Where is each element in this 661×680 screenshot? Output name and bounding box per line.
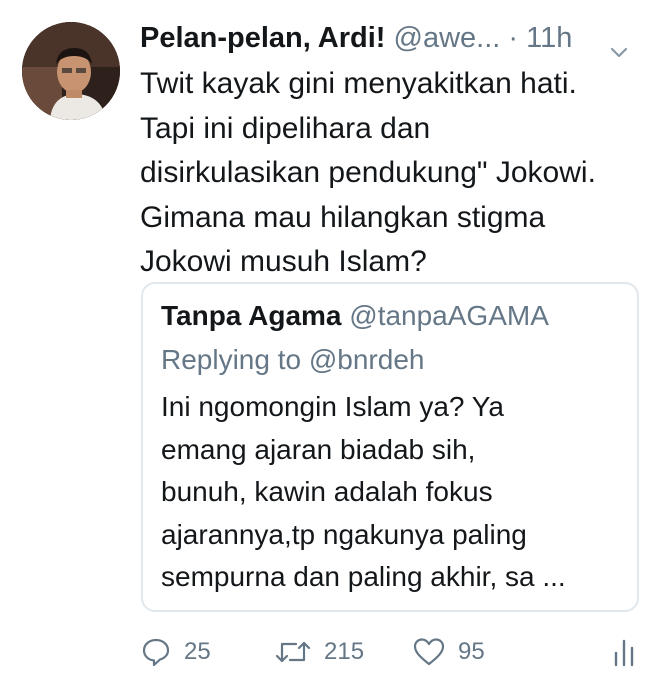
retweet-button[interactable]: 215 [274, 632, 364, 672]
reply-button[interactable]: 25 [140, 632, 211, 672]
separator-dot: · [508, 22, 519, 54]
tweet-header: Pelan-pelan, Ardi! @awe... · 11h [140, 18, 640, 58]
analytics-button[interactable] [612, 632, 636, 672]
tweet-card[interactable]: Pelan-pelan, Ardi! @awe... · 11h Twit ka… [0, 0, 661, 680]
avatar[interactable] [22, 22, 120, 120]
tweet-text: Twit kayak gini menyakitkan hati. Tapi i… [140, 62, 650, 285]
tweet-text-line: Jokowi musuh Islam? [140, 245, 427, 278]
quoted-text-line: Ini ngomongin Islam ya? Ya [161, 391, 504, 422]
quoted-tweet-header: Tanpa Agama @tanpaAGAMA [161, 296, 549, 336]
like-count: 95 [458, 638, 485, 665]
tweet-text-line: Gimana mau hilangkan stigma [140, 200, 546, 234]
quoted-text-line: sempurna dan paling akhir, sa ... [161, 561, 566, 592]
quoted-tweet[interactable]: Tanpa Agama @tanpaAGAMA Replying to @bnr… [141, 282, 639, 612]
tweet-text-line: Twit kayak gini menyakitkan hati. [140, 67, 577, 100]
action-bar: 25 215 95 [140, 632, 640, 672]
tweet-text-line: disirkulasikan pendukung" Jokowi. [140, 156, 596, 189]
reply-count: 25 [184, 638, 211, 665]
quoted-display-name: Tanpa Agama [161, 300, 342, 331]
retweet-count: 215 [324, 638, 365, 665]
retweet-icon [274, 637, 312, 667]
timestamp[interactable]: 11h [526, 22, 572, 54]
tweet-text-line: Tapi ini dipelihara dan [140, 111, 431, 145]
quoted-tweet-text: Ini ngomongin Islam ya? Ya emang ajaran … [161, 386, 631, 599]
heart-icon [412, 636, 446, 668]
analytics-icon [612, 636, 636, 668]
like-button[interactable]: 95 [412, 632, 485, 672]
quoted-user-handle: @tanpaAGAMA [349, 300, 549, 331]
display-name[interactable]: Pelan-pelan, Ardi! [140, 22, 385, 54]
avatar-photo [22, 22, 120, 120]
reply-icon [140, 636, 172, 668]
user-handle[interactable]: @awe... [394, 22, 501, 54]
quoted-text-line: ajarannya,tp ngakunya paling [161, 518, 527, 550]
quoted-text-line: bunuh, kawin adalah fokus [161, 476, 493, 507]
replying-to: Replying to @bnrdeh [161, 344, 425, 375]
quoted-text-line: emang ajaran biadab sih, [161, 433, 476, 465]
